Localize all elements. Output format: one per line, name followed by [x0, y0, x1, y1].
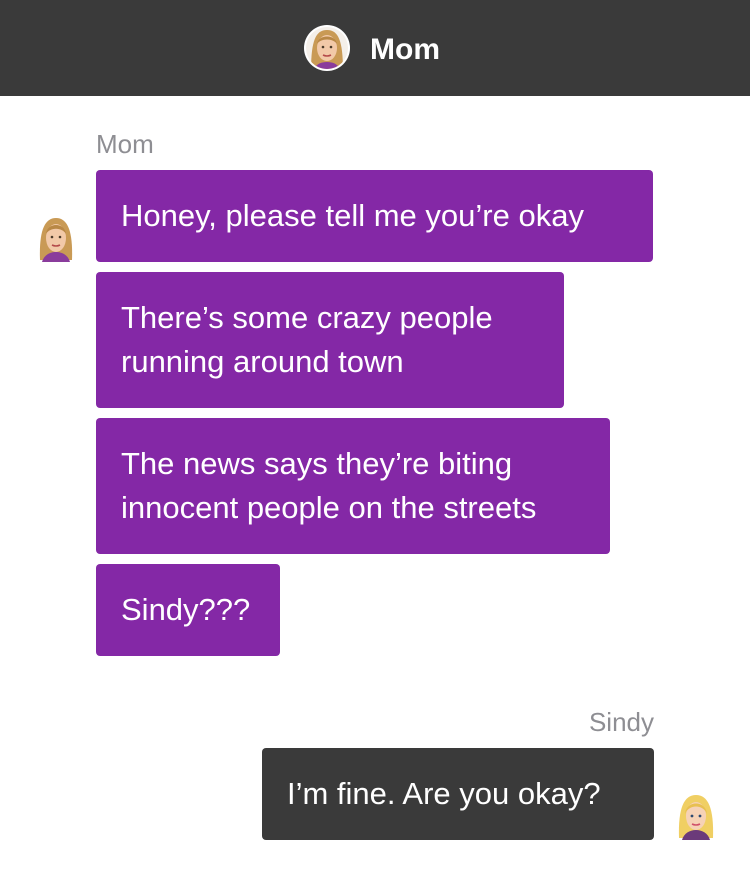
message-text: running around town — [121, 344, 404, 379]
chat-title: Mom — [370, 33, 440, 66]
message-bubble[interactable]: Sindy??? — [96, 564, 280, 656]
message-text: Honey, please tell me you’re okay — [121, 198, 584, 233]
message-text: There’s some crazy people — [121, 300, 493, 335]
mom-avatar-icon[interactable] — [303, 24, 351, 72]
mom-avatar-icon — [39, 218, 73, 262]
sindy-avatar-icon — [678, 795, 714, 840]
sender-label-sindy: Sindy — [588, 707, 654, 737]
message-bubble[interactable]: Honey, please tell me you’re okay — [96, 170, 653, 262]
message-text: Sindy??? — [121, 592, 251, 627]
message-bubble[interactable]: The news says they’re biting innocent pe… — [96, 418, 610, 554]
message-text: The news says they’re biting — [121, 446, 513, 481]
message-text: innocent people on the streets — [121, 490, 537, 525]
message-bubble[interactable]: There’s some crazy people running around… — [96, 272, 564, 408]
sender-label-mom: Mom — [96, 129, 154, 159]
message-text: I’m fine. Are you okay? — [287, 776, 601, 811]
message-bubble[interactable]: I’m fine. Are you okay? — [262, 748, 654, 840]
chat-header: Mom — [0, 0, 750, 96]
